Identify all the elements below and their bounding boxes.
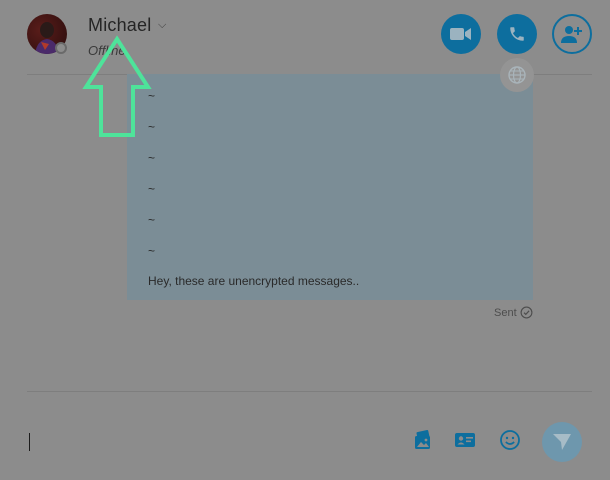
message-line: ~ (148, 151, 156, 165)
contact-name[interactable]: Michael (88, 15, 151, 36)
phone-icon (510, 27, 524, 41)
image-icon[interactable] (411, 428, 435, 452)
message-bubble[interactable] (127, 74, 533, 300)
message-line: ~ (148, 182, 156, 196)
annotation-arrow (82, 35, 152, 137)
emoji-icon[interactable] (498, 428, 522, 452)
send-button[interactable] (542, 422, 582, 462)
check-circle-icon (520, 306, 533, 319)
audio-call-button[interactable] (497, 14, 537, 54)
contact-card-icon[interactable] (453, 428, 477, 452)
message-status: Sent (494, 306, 533, 319)
send-icon (553, 434, 571, 450)
message-text: Hey, these are unencrypted messages.. (148, 274, 360, 288)
globe-icon[interactable] (500, 58, 534, 92)
message-input[interactable] (29, 433, 30, 451)
add-people-button[interactable] (552, 14, 592, 54)
video-call-button[interactable] (441, 14, 481, 54)
message-status-label: Sent (494, 306, 517, 319)
video-camera-icon (450, 28, 471, 40)
chevron-down-icon[interactable]: ⌵ (158, 19, 166, 32)
presence-indicator (55, 42, 67, 54)
add-person-icon (561, 26, 582, 43)
message-line: ~ (148, 213, 156, 227)
message-line: ~ (148, 244, 156, 258)
composer-divider (27, 391, 592, 392)
